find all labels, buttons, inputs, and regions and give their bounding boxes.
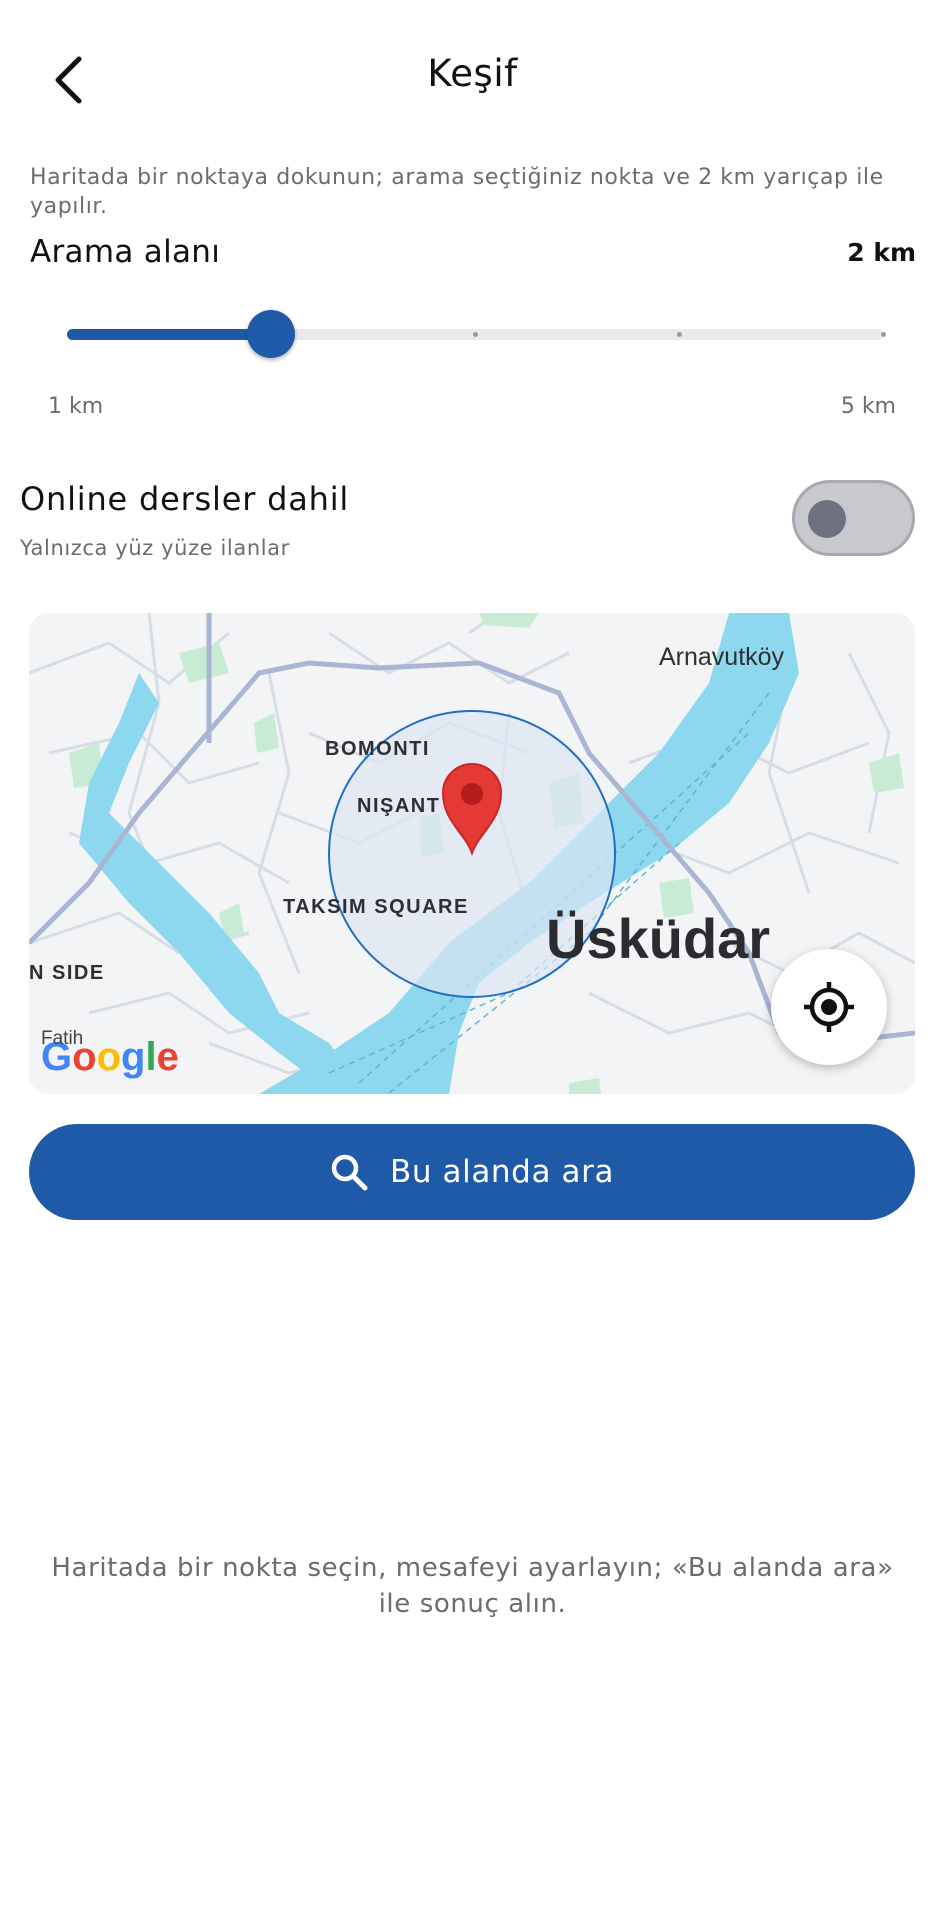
map-label-taksim: TAKSIM SQUARE xyxy=(283,896,469,918)
locate-me-button[interactable] xyxy=(771,949,887,1065)
slider-fill xyxy=(67,329,271,340)
radius-slider[interactable] xyxy=(67,310,886,358)
slider-tick xyxy=(676,332,682,337)
toggle-knob xyxy=(808,500,846,538)
map-label-bomonti: BOMONTI xyxy=(325,738,430,760)
crosshair-icon xyxy=(804,982,854,1032)
search-area-label: Arama alanı xyxy=(30,234,221,270)
empty-state-message: Haritada bir nokta seçin, mesafeyi ayarl… xyxy=(51,1553,894,1619)
online-lessons-sublabel: Yalnızca yüz yüze ilanlar xyxy=(20,536,290,560)
search-area-button[interactable]: Bu alanda ara xyxy=(29,1124,915,1220)
map-label-side: N SIDE xyxy=(29,962,105,984)
slider-max-label: 5 km xyxy=(840,394,896,419)
online-lessons-label: Online dersler dahil xyxy=(20,480,350,518)
map-label-fatih: Fatih xyxy=(41,1028,84,1049)
page-title: Keşif xyxy=(427,52,518,95)
slider-min-label: 1 km xyxy=(48,394,104,419)
slider-thumb[interactable] xyxy=(247,310,295,358)
online-lessons-toggle[interactable] xyxy=(792,480,915,556)
map-label-arnavutkoy: Arnavutköy xyxy=(659,643,785,671)
search-icon xyxy=(331,1154,368,1191)
search-area-value: 2 km xyxy=(847,238,916,267)
slider-tick xyxy=(880,332,886,337)
map-label-nisantasi: NIŞANT xyxy=(357,795,441,817)
map-label-uskudar: Üsküdar xyxy=(546,907,771,970)
instruction-text: Haritada bir noktaya dokunun; arama seçt… xyxy=(30,165,884,219)
slider-tick xyxy=(472,332,478,337)
search-area-button-label: Bu alanda ara xyxy=(389,1154,615,1190)
